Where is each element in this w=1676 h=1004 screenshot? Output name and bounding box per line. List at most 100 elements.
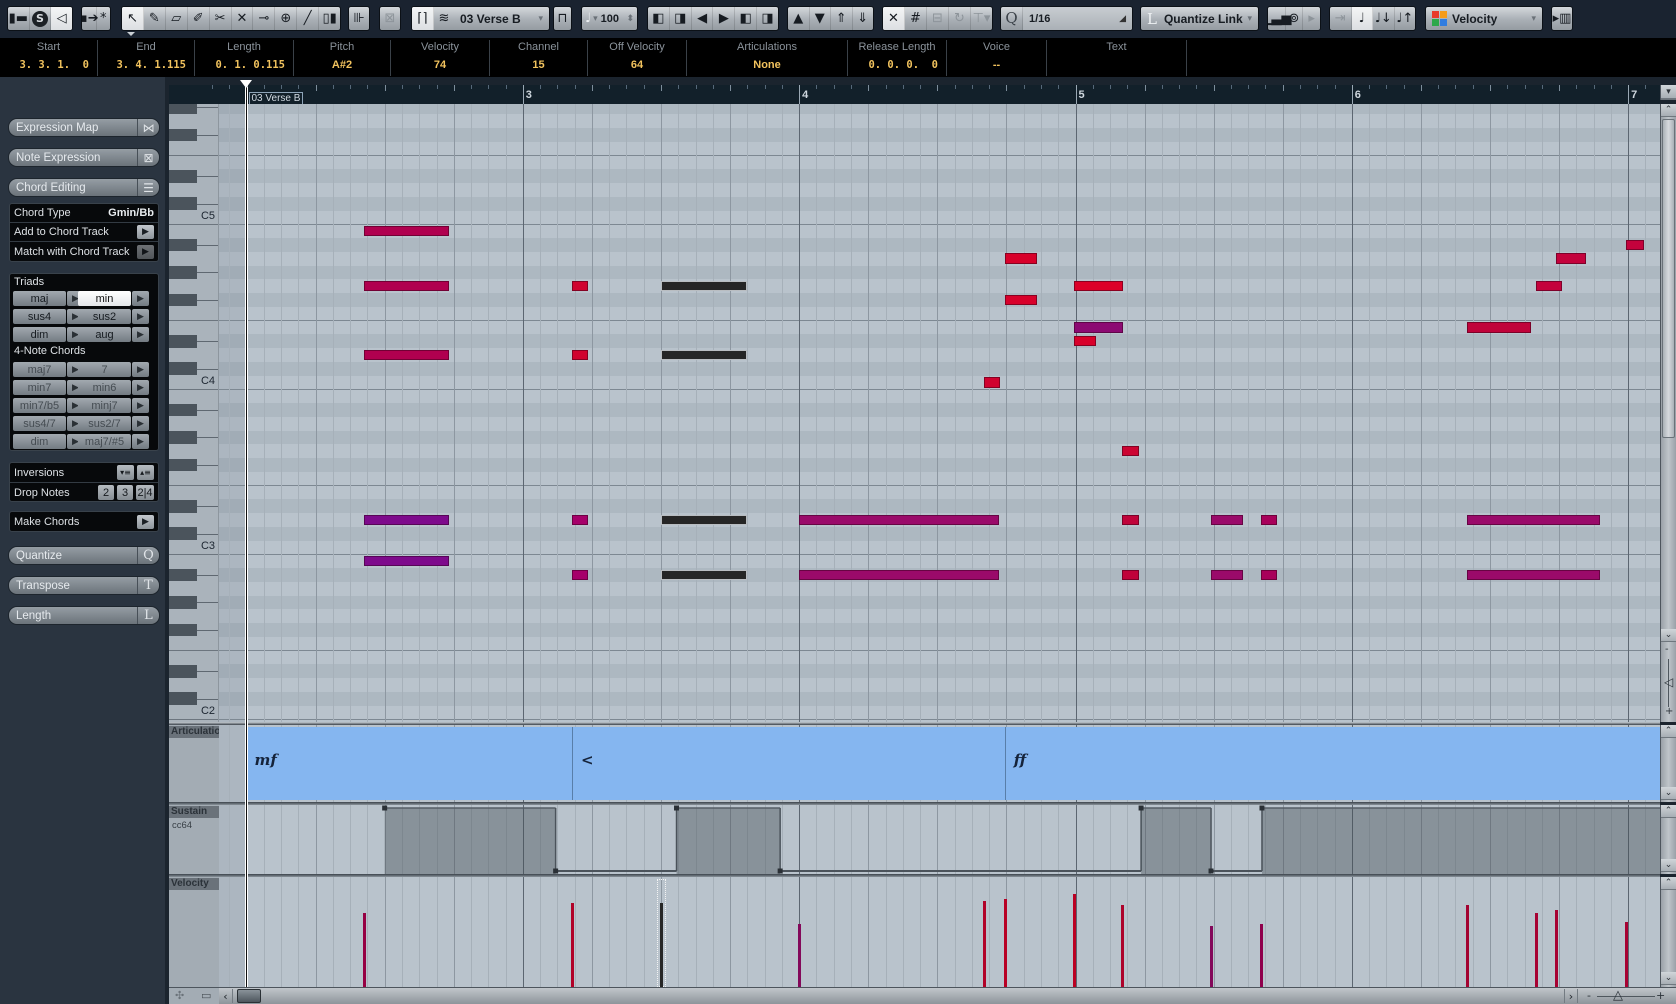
velocity-lane[interactable] [219, 877, 1660, 987]
note[interactable] [1261, 569, 1278, 580]
note[interactable] [1466, 322, 1531, 333]
zoom-out-icon[interactable]: - [1665, 644, 1669, 655]
note[interactable] [363, 225, 450, 237]
horizontal-scrollbar[interactable]: ‹ › - △ + [219, 987, 1676, 1004]
velocity-bar[interactable] [1121, 904, 1125, 987]
chord-button-maj[interactable]: maj [13, 291, 66, 306]
note-vertical-scrollbar[interactable]: ⌃ ⌄ - ◁ + [1660, 104, 1676, 722]
inversion-down-button[interactable]: ▾≡ [117, 465, 134, 480]
snap-button[interactable]: ✕ [883, 7, 905, 30]
record-pitch-button[interactable]: ♩ [1351, 7, 1373, 30]
note-expression-section[interactable]: Note Expression ⊠ [8, 148, 160, 167]
chord-button-sus2[interactable]: sus2 [78, 309, 131, 324]
selected-note[interactable] [661, 514, 747, 525]
black-key[interactable] [169, 458, 197, 472]
velocity-bar[interactable] [983, 901, 987, 987]
cc-point[interactable] [382, 805, 388, 811]
velocity-bar[interactable] [1465, 904, 1469, 987]
velocity-bar[interactable] [1260, 923, 1264, 987]
black-key[interactable] [169, 238, 197, 252]
scroll-left-icon[interactable]: ‹ [219, 989, 233, 1003]
note[interactable] [363, 555, 450, 567]
note[interactable] [1004, 253, 1037, 264]
scroll-thumb[interactable] [1662, 119, 1675, 438]
step-input-button[interactable]: ▁▃▅ [1268, 7, 1291, 30]
black-key[interactable] [169, 692, 197, 706]
chord-type-value[interactable]: Gmin/Bb [108, 207, 154, 219]
info-value[interactable]: A#2 [294, 59, 390, 71]
grid-button[interactable]: # [905, 7, 927, 30]
black-key[interactable] [169, 527, 197, 541]
note[interactable] [363, 514, 450, 525]
chord-arrow-button[interactable]: ▶ [132, 380, 149, 395]
info-articulations[interactable]: Articulations None [687, 40, 848, 76]
chord-button-sus4-7[interactable]: sus4/7 [13, 416, 66, 431]
midi-input-button[interactable]: ⊚ [1286, 7, 1304, 30]
note[interactable] [571, 569, 588, 580]
note[interactable] [1536, 280, 1562, 292]
velocity-bar[interactable] [1210, 926, 1213, 987]
chord-arrow-button[interactable]: ▶ [132, 362, 149, 377]
quantize-presets-button[interactable]: Q [1001, 7, 1023, 30]
info-value[interactable]: 3. 3. 1. 0 [0, 59, 97, 71]
horizontal-zoom-handle-icon[interactable]: △ [1613, 988, 1623, 1003]
info-value[interactable]: 74 [391, 59, 489, 71]
chord-button-minj7[interactable]: minj7 [78, 398, 131, 413]
black-key[interactable] [169, 293, 197, 307]
velocity-lane-scrollbar[interactable]: ⌃ ⌄ [1660, 877, 1676, 987]
inversion-up-button[interactable]: ▴≡ [137, 465, 154, 480]
black-key[interactable] [169, 266, 197, 279]
velocity-bar[interactable] [1555, 909, 1559, 987]
scroll-down-icon[interactable]: ⌄ [1661, 629, 1676, 642]
info-value[interactable]: -- [947, 59, 1046, 71]
move-right-button[interactable]: ▶ [713, 7, 736, 30]
transpose-up-button[interactable]: ▲ [788, 7, 810, 30]
note[interactable] [1122, 514, 1140, 525]
make-chords-button[interactable]: ▶ [137, 514, 154, 529]
cc-point[interactable] [674, 805, 680, 811]
chord-arrow-button[interactable]: ▶ [132, 309, 149, 324]
black-key[interactable] [169, 128, 197, 142]
note[interactable] [984, 377, 1000, 388]
black-key[interactable] [169, 334, 197, 348]
info-value[interactable]: 15 [490, 59, 587, 71]
info-value[interactable]: 64 [588, 59, 686, 71]
chord-button-7[interactable]: 7 [78, 362, 131, 377]
note[interactable] [1211, 569, 1244, 580]
black-key[interactable] [169, 596, 197, 609]
transpose-octave-up-button[interactable]: ⇑ [831, 7, 853, 30]
black-key[interactable] [169, 664, 197, 678]
scroll-down-icon[interactable]: ⌄ [1661, 972, 1676, 985]
cc-point[interactable] [777, 868, 783, 874]
move-left-button[interactable]: ◀ [692, 7, 714, 30]
cursor-triangle-icon[interactable] [240, 80, 252, 88]
trim-start-left-button[interactable]: ◧ [648, 7, 670, 30]
chord-button-dim[interactable]: dim [13, 434, 66, 449]
split-tool[interactable]: ✂ [210, 7, 232, 30]
quantize-section[interactable]: Quantize Q [8, 546, 160, 565]
info-release-length[interactable]: Release Length 0. 0. 0. 0 [848, 40, 947, 76]
note[interactable] [1556, 253, 1587, 264]
black-key[interactable] [169, 169, 197, 183]
cc-point[interactable] [1138, 805, 1144, 811]
info-value[interactable]: 0. 0. 0. 0 [848, 59, 946, 71]
black-key[interactable] [169, 403, 197, 417]
zoom-in-icon[interactable]: + [1656, 989, 1665, 1002]
scroll-up-icon[interactable]: ⌃ [1661, 805, 1676, 818]
project-cursor[interactable] [245, 87, 248, 987]
scroll-thumb[interactable] [237, 989, 261, 1003]
erase-tool[interactable]: ▱ [166, 7, 188, 30]
drop-2-4-button[interactable]: 2|4 [136, 485, 154, 500]
match-chord-track-button[interactable]: ▶ [137, 244, 154, 259]
scroll-up-icon[interactable]: ⌃ [1661, 877, 1676, 890]
independent-loop-button[interactable]: ⊓ [554, 7, 571, 30]
scroll-down-icon[interactable]: ⌄ [1661, 859, 1676, 872]
note[interactable] [571, 280, 588, 292]
chord-button-maj7[interactable]: maj7 [13, 362, 66, 377]
trim-end-right-button[interactable]: ◨ [757, 7, 778, 30]
velocity-bar[interactable] [362, 913, 366, 987]
scroll-down-icon[interactable]: ⌄ [1661, 787, 1676, 800]
input-options-button[interactable]: ▸ [1303, 7, 1320, 30]
black-key[interactable] [169, 104, 197, 114]
velocity-bar[interactable] [570, 903, 574, 987]
